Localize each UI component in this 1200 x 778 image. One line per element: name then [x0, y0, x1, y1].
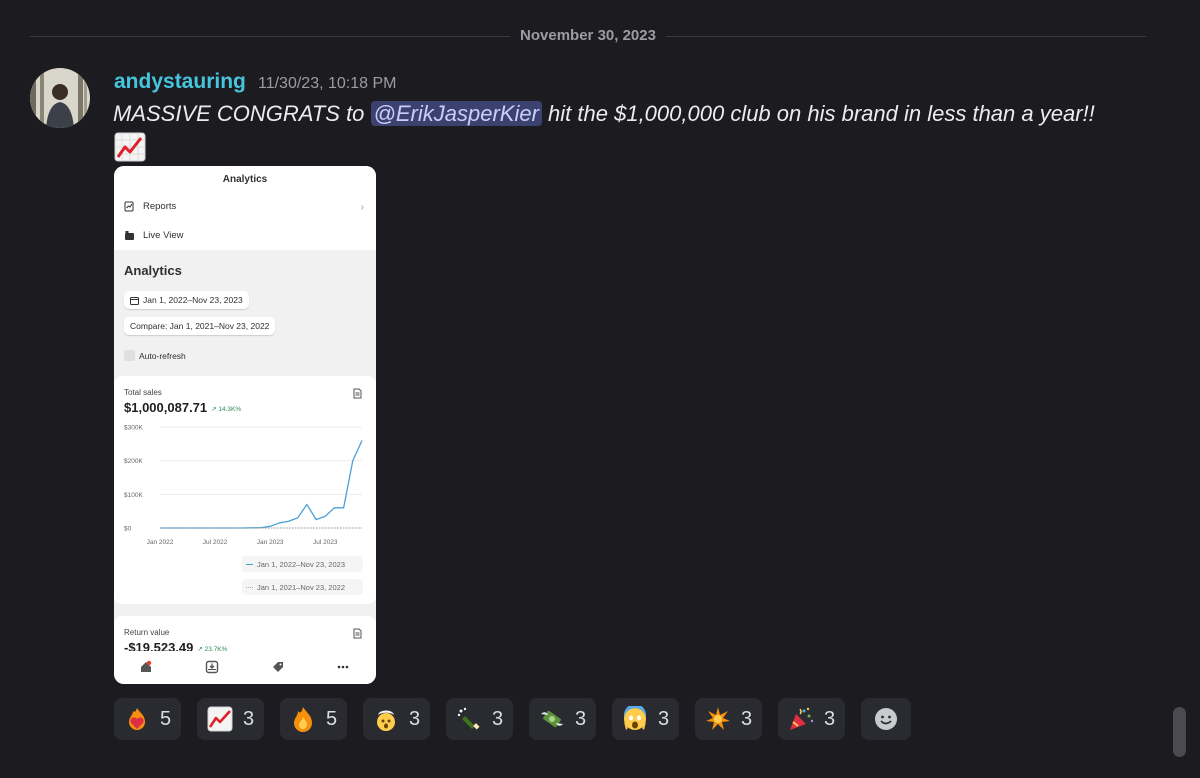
- document-icon[interactable]: [353, 628, 362, 639]
- reaction-count: 3: [243, 707, 255, 730]
- reports-icon: [124, 201, 134, 212]
- inbox-download-icon[interactable]: [205, 660, 219, 674]
- image-attachment[interactable]: Analytics Reports › Live View Analytics …: [114, 166, 376, 684]
- reaction-heart-on-fire[interactable]: 5: [114, 698, 182, 740]
- chart-increasing-icon: [207, 706, 233, 732]
- total-sales-card: Total sales $1,000,087.71 ↗ 14.3K% $300K $…: [114, 376, 376, 604]
- legend-swatch-current: [246, 563, 253, 565]
- date-range-label: Jan 1, 2022–Nov 23, 2023: [143, 295, 243, 305]
- chevron-right-icon: ›: [360, 202, 364, 213]
- fire-icon: [294, 707, 312, 732]
- nav-live-view-label: Live View: [143, 230, 184, 241]
- section-title: Analytics: [124, 263, 182, 278]
- compare-button[interactable]: Compare: Jan 1, 2021–Nov 23, 2022: [124, 317, 276, 335]
- series-line-current: [160, 440, 363, 529]
- reaction-chart-increasing[interactable]: 3: [197, 698, 265, 740]
- y-tick-label: $200K: [124, 458, 143, 465]
- user-mention[interactable]: @ErikJasperKier: [370, 101, 542, 126]
- reaction-count: 3: [824, 707, 836, 730]
- reaction-count: 3: [658, 707, 670, 730]
- message-text-after: hit the $1,000,000 club on his brand in …: [541, 101, 1095, 126]
- reaction-money-with-wings[interactable]: 3: [529, 698, 597, 740]
- add-reaction-smiley-icon: [875, 708, 897, 730]
- add-reaction-button[interactable]: [861, 698, 911, 740]
- reaction-exploding-head[interactable]: 3: [363, 698, 431, 740]
- live-view-icon: [125, 231, 134, 240]
- reaction-party-popper[interactable]: 3: [778, 698, 846, 740]
- checkbox-box[interactable]: [124, 350, 135, 361]
- reaction-fire[interactable]: 5: [280, 698, 348, 740]
- legend-label-previous: Jan 1, 2021–Nov 23, 2022: [257, 582, 345, 592]
- attachment-title: Analytics: [222, 174, 268, 185]
- message-timestamp: 11/30/23, 10:18 PM: [258, 75, 397, 92]
- compare-label: Compare: Jan 1, 2021–Nov 23, 2022: [130, 321, 270, 331]
- heart-on-fire-icon: [129, 708, 145, 730]
- scrollbar-thumb[interactable]: [1173, 707, 1186, 757]
- party-popper-icon: [790, 707, 814, 730]
- divider-date: November 30, 2023: [510, 24, 666, 48]
- message-text-before: MASSIVE CONGRATS to: [113, 101, 371, 126]
- y-tick-label: $0: [124, 526, 132, 533]
- legend-item-previous: Jan 1, 2021–Nov 23, 2022: [242, 579, 363, 595]
- nav-reports[interactable]: Reports: [124, 201, 176, 212]
- bottom-tab-bar: [114, 651, 376, 684]
- reaction-count: 3: [409, 707, 421, 730]
- avatar[interactable]: [30, 68, 90, 128]
- y-tick-label: $300K: [124, 425, 143, 432]
- legend-swatch-previous: [246, 586, 253, 588]
- x-tick-label: Jul 2023: [313, 539, 338, 546]
- reaction-count: 3: [492, 707, 504, 730]
- x-tick-label: Jan 2022: [147, 539, 174, 546]
- attachment-header: Analytics Reports › Live View: [114, 166, 376, 250]
- date-divider: November 30, 2023: [30, 24, 1146, 48]
- home-icon[interactable]: [139, 660, 153, 674]
- reaction-count: 3: [741, 707, 753, 730]
- champagne-icon: [457, 707, 480, 730]
- reaction-count: 3: [575, 707, 587, 730]
- nav-reports-label: Reports: [143, 201, 177, 212]
- reaction-count: 5: [326, 707, 338, 730]
- screaming-face-icon: [624, 706, 646, 730]
- date-range-button[interactable]: Jan 1, 2022–Nov 23, 2023: [124, 291, 249, 309]
- sparkle-burst-icon: [706, 707, 730, 730]
- nav-live-view[interactable]: Live View: [124, 230, 184, 241]
- reaction-sparkle-burst[interactable]: 3: [695, 698, 763, 740]
- more-icon[interactable]: [336, 660, 350, 674]
- calendar-icon: [130, 296, 139, 305]
- exploding-head-icon: [377, 710, 395, 731]
- chart-increasing-icon: [114, 132, 146, 162]
- reaction-screaming-face[interactable]: 3: [612, 698, 680, 740]
- auto-refresh-checkbox[interactable]: Auto-refresh: [124, 350, 186, 361]
- reaction-champagne[interactable]: 3: [446, 698, 514, 740]
- x-tick-label: Jul 2022: [203, 539, 228, 546]
- y-tick-label: $100K: [124, 492, 143, 499]
- reaction-count: 5: [160, 707, 172, 730]
- money-with-wings-icon: [541, 710, 563, 728]
- message-author[interactable]: andystauring: [114, 70, 246, 94]
- auto-refresh-label: Auto-refresh: [139, 350, 186, 361]
- message-content: MASSIVE CONGRATS to @ErikJasperKier hit …: [113, 100, 1153, 128]
- legend-item-current: Jan 1, 2022–Nov 23, 2023: [242, 556, 363, 572]
- x-tick-label: Jan 2023: [257, 539, 284, 546]
- return-value-label: Return value: [124, 628, 170, 637]
- tag-icon[interactable]: [271, 660, 285, 674]
- legend-label-current: Jan 1, 2022–Nov 23, 2023: [257, 559, 345, 569]
